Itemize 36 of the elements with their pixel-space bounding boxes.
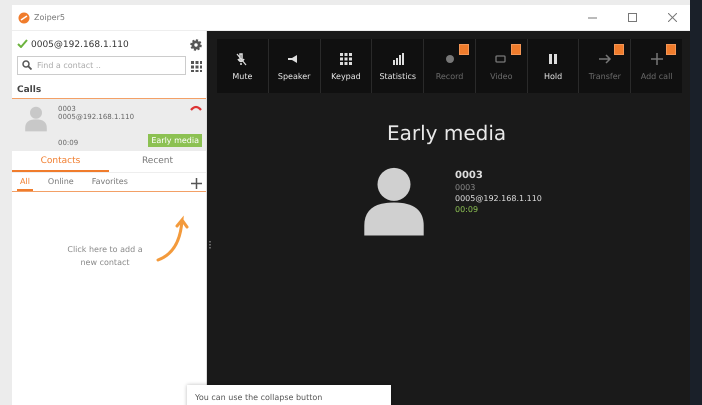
caller-name: 0003 <box>455 170 484 181</box>
toolbar-button[interactable]: Statistics <box>372 39 424 93</box>
call-status: Early media <box>387 121 508 145</box>
toolbar-button[interactable]: Keypad <box>320 39 372 93</box>
call-duration: 00:09 <box>455 205 480 214</box>
search-icon <box>22 60 32 70</box>
maximize-icon[interactable] <box>628 13 636 22</box>
add-icon <box>650 52 664 66</box>
tooltip: You can use the collapse button <box>187 385 391 405</box>
hang-up-icon[interactable] <box>190 105 202 111</box>
caller-number: 0003 <box>455 183 476 192</box>
account-name: 0005@192.168.1.110 <box>31 40 130 50</box>
avatar-icon <box>24 105 48 132</box>
toolbar-button[interactable]: Hold <box>528 39 578 93</box>
filter-tab[interactable]: All <box>17 176 33 191</box>
search-field[interactable]: Find a contact .. <box>17 56 186 75</box>
toolbar-button[interactable]: Speaker <box>268 39 320 93</box>
mute-icon <box>235 52 250 66</box>
statistics-icon <box>390 52 405 66</box>
tab[interactable]: Recent <box>109 151 206 172</box>
filter-tab[interactable]: Favorites <box>88 176 131 191</box>
account-name: 0005@192.168.1.110 <box>455 194 542 203</box>
transfer-icon <box>598 52 612 66</box>
add-contact-icon[interactable] <box>191 178 202 189</box>
settings-icon[interactable] <box>190 39 202 51</box>
tab[interactable]: Contacts <box>12 151 109 172</box>
curved-arrow-icon <box>156 214 190 262</box>
filter-tab[interactable]: Online <box>44 176 77 191</box>
app-logo-icon <box>18 12 30 24</box>
status-badge: Early media <box>148 134 202 147</box>
toolbar-button[interactable]: Mute <box>217 39 268 93</box>
keypad-icon <box>338 52 353 66</box>
hint-text: Click here to add a new contact <box>66 244 144 269</box>
close-icon[interactable] <box>668 13 676 22</box>
window-title: Zoiper5 <box>34 13 65 22</box>
dialpad-icon[interactable] <box>190 60 202 72</box>
